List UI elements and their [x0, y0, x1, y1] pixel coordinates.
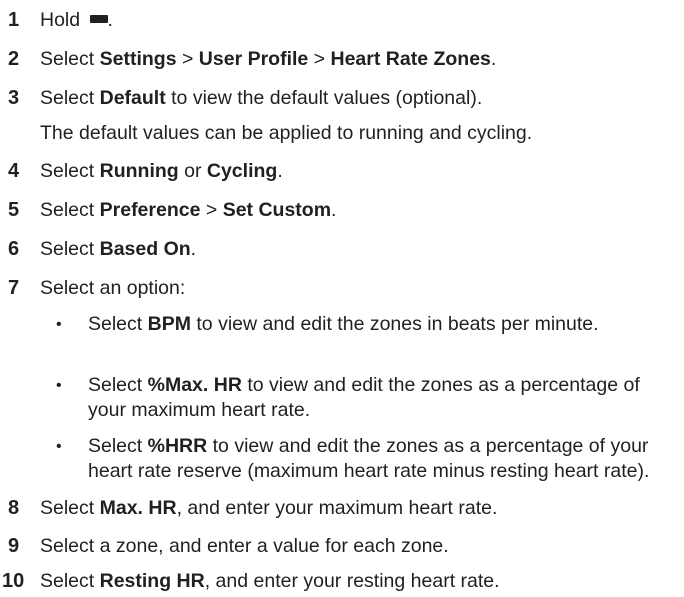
step-text: Select Preference > Set Custom.	[40, 199, 337, 221]
instructions-page: 1 Hold . 2 Select Settings > User Profil…	[0, 0, 684, 597]
option-text: Select BPM to view and edit the zones in…	[88, 313, 599, 335]
step-text: Select a zone, and enter a value for eac…	[40, 535, 449, 557]
menu-path-heart-rate-zones: Heart Rate Zones	[330, 48, 491, 70]
option-text: Select %HRR to view and edit the zones a…	[88, 435, 650, 482]
menu-option-resting-hr: Resting HR	[99, 570, 205, 592]
option-bpm: • Select BPM to view and edit the zones …	[40, 312, 680, 362]
step-number: 7	[8, 277, 20, 299]
step-number: 2	[8, 48, 20, 70]
step-number: 8	[8, 497, 20, 519]
menu-path-settings: Settings	[99, 48, 177, 70]
menu-option-default: Default	[99, 87, 166, 109]
step-text: Hold .	[40, 9, 113, 31]
menu-option-based-on: Based On	[99, 238, 191, 260]
step-number: 1	[8, 9, 20, 31]
step-text: Select Max. HR, and enter your maximum h…	[40, 497, 498, 519]
menu-path-user-profile: User Profile	[198, 48, 309, 70]
menu-button-icon	[89, 15, 108, 24]
step-3-note: The default values can be applied to run…	[40, 122, 533, 144]
step-text: Select Running or Cycling.	[40, 160, 283, 182]
step-text: Select an option:	[40, 277, 186, 299]
option-text: Select %Max. HR to view and edit the zon…	[88, 374, 640, 421]
step-number: 6	[8, 238, 20, 260]
step-text: Select Default to view the default value…	[40, 87, 483, 109]
option-label: BPM	[147, 313, 191, 335]
bullet-dot: •	[56, 316, 62, 333]
step-number: 4	[8, 160, 20, 182]
step-text: Select Settings > User Profile > Heart R…	[40, 48, 497, 70]
option-label: %HRR	[147, 435, 208, 457]
option-label: %Max. HR	[147, 374, 242, 396]
menu-option-cycling: Cycling	[206, 160, 278, 182]
step-number: 10	[2, 570, 25, 592]
menu-option-preference: Preference	[99, 199, 201, 221]
bullet-dot: •	[56, 377, 62, 394]
step-number: 3	[8, 87, 20, 109]
step-number: 5	[8, 199, 20, 221]
step-text: Select Based On.	[40, 238, 197, 260]
menu-option-set-custom: Set Custom	[222, 199, 332, 221]
step-number: 9	[8, 535, 20, 557]
menu-option-max-hr: Max. HR	[99, 497, 177, 519]
bullet-dot: •	[56, 438, 62, 455]
step-text: Select Resting HR, and enter your restin…	[40, 570, 500, 592]
menu-option-running: Running	[99, 160, 179, 182]
option-max-hr: • Select %Max. HR to view and edit the z…	[40, 373, 680, 423]
